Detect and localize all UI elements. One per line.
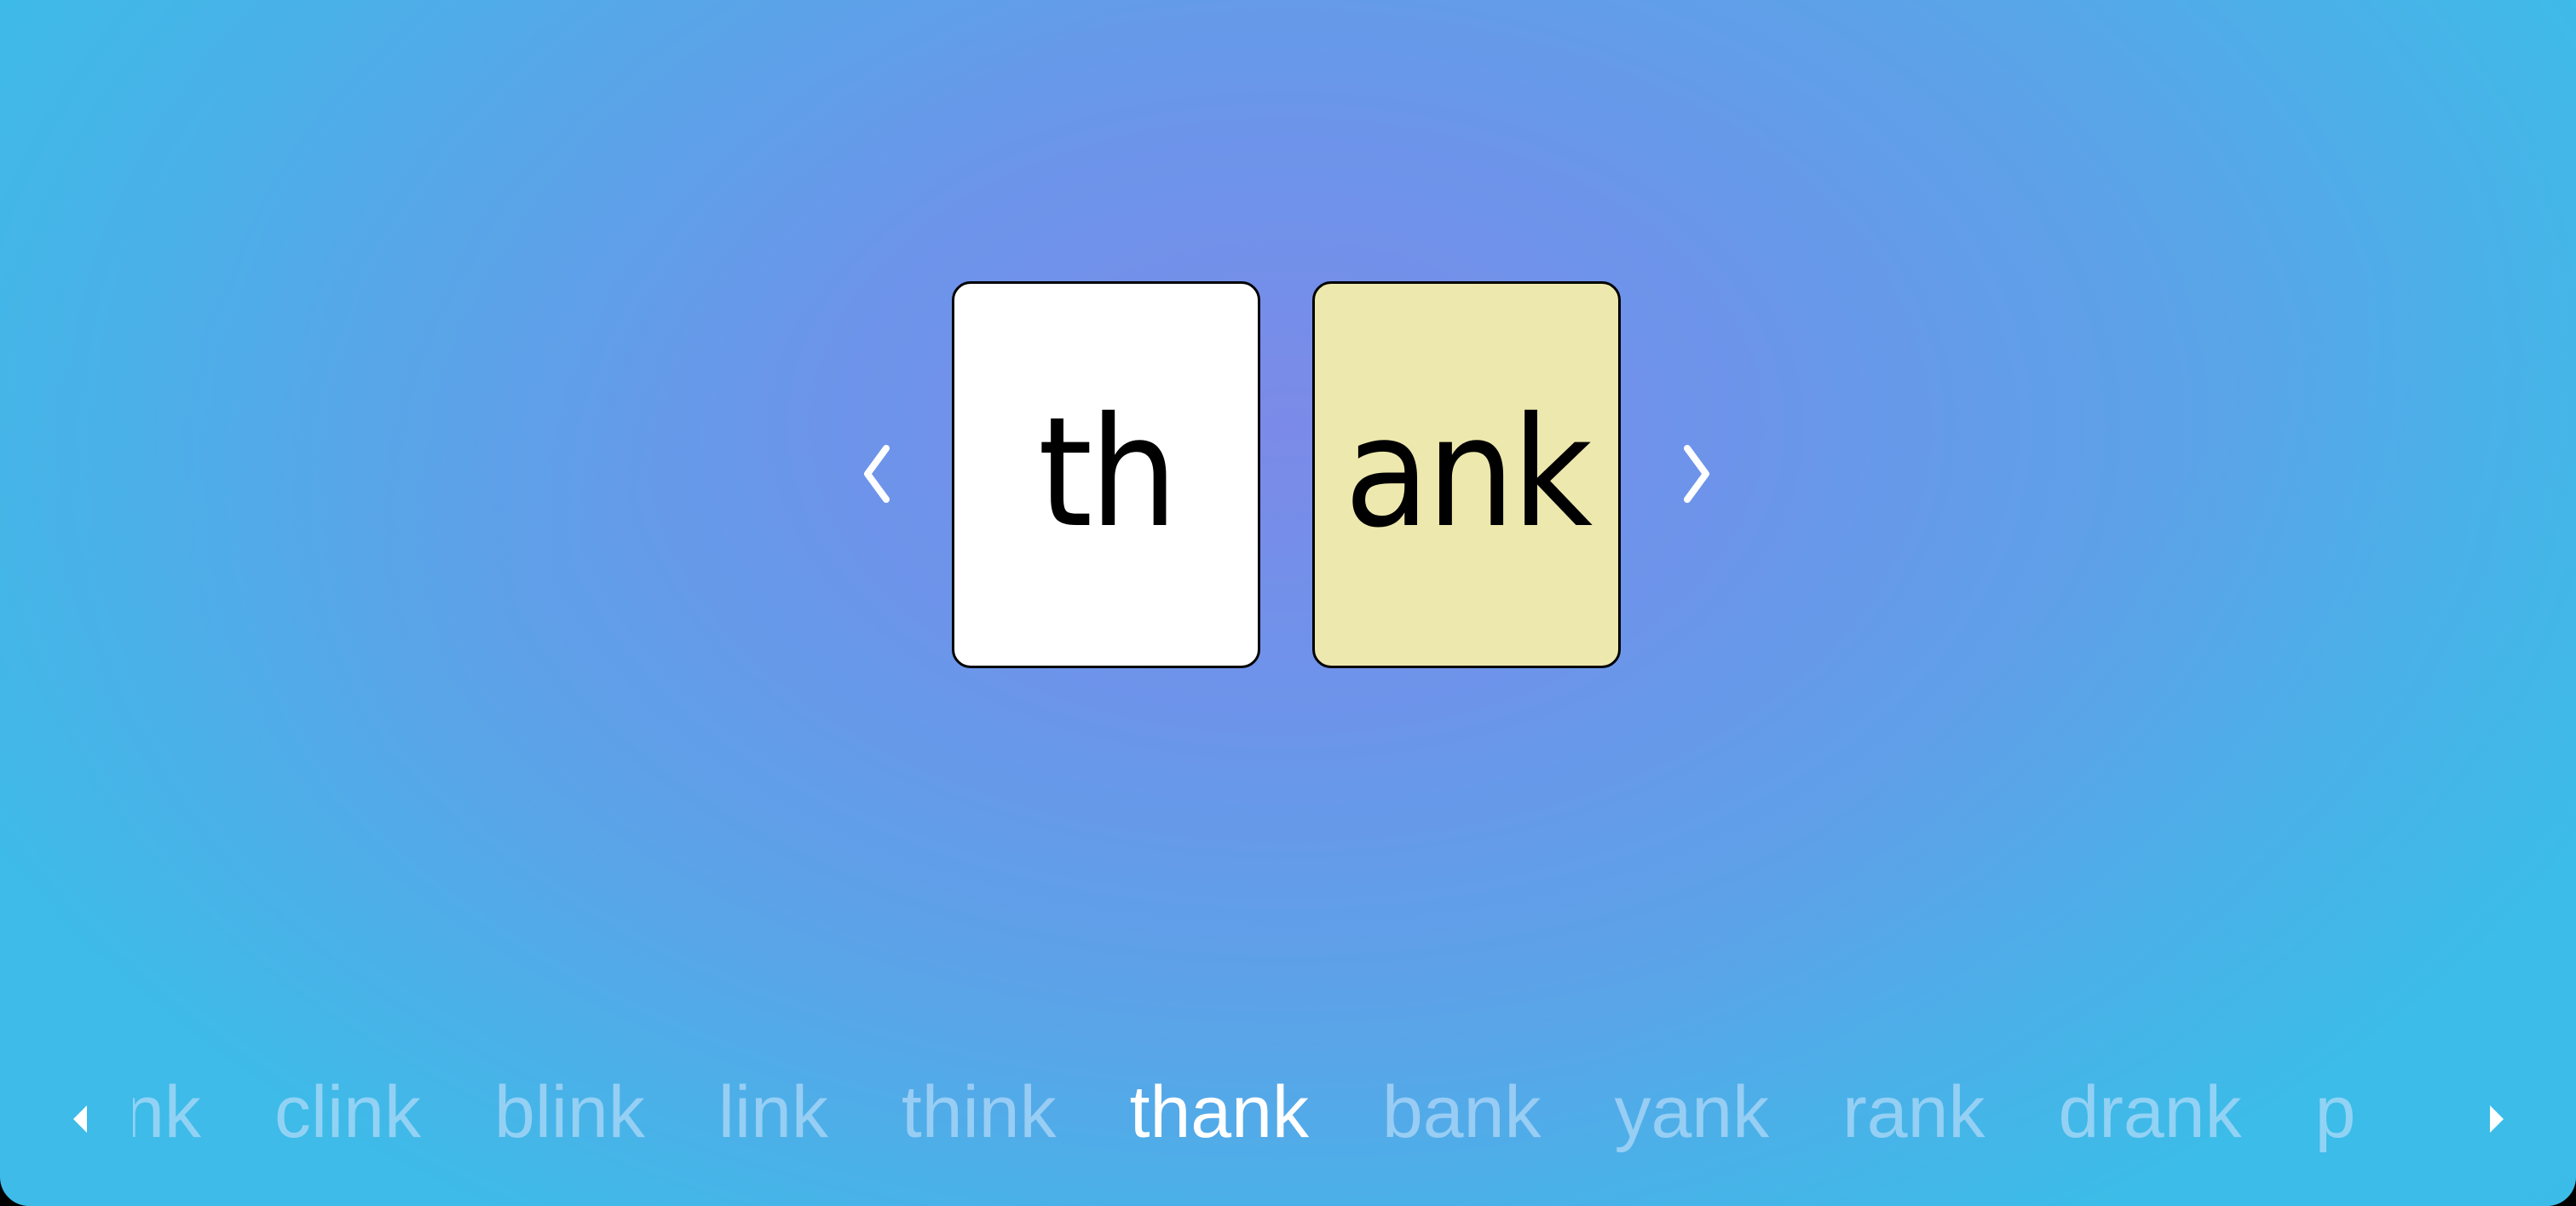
word-strip: ink clink blink link think thank bank ya… bbox=[0, 1065, 2576, 1159]
word-item[interactable]: rank bbox=[1842, 1065, 1985, 1159]
chevron-left-icon bbox=[864, 445, 890, 503]
word-builder-app: th ank ink clink blink link think bbox=[0, 0, 2576, 1206]
word-item-current[interactable]: thank bbox=[1130, 1065, 1309, 1159]
triangle-right-icon bbox=[2490, 1105, 2504, 1133]
word-item[interactable]: drank bbox=[2058, 1065, 2241, 1159]
word-item[interactable]: clink bbox=[274, 1065, 421, 1159]
onset-card[interactable]: th bbox=[952, 281, 1260, 668]
rime-text: ank bbox=[1344, 384, 1593, 561]
previous-word-button[interactable] bbox=[857, 443, 898, 505]
chevron-right-icon bbox=[1684, 445, 1709, 503]
next-word-button[interactable] bbox=[1675, 443, 1716, 505]
onset-text: th bbox=[1037, 384, 1178, 561]
word-item[interactable]: link bbox=[718, 1065, 828, 1159]
word-strip-scroll-right-button[interactable] bbox=[2488, 1104, 2505, 1134]
word-item[interactable]: bank bbox=[1382, 1065, 1542, 1159]
rime-card[interactable]: ank bbox=[1312, 281, 1621, 668]
word-item[interactable]: ink bbox=[133, 1065, 201, 1159]
word-strip-track: ink clink blink link think thank bank ya… bbox=[133, 1065, 2429, 1159]
stage: th ank ink clink blink link think bbox=[0, 0, 2576, 1206]
word-item[interactable]: blink bbox=[494, 1065, 645, 1159]
word-item[interactable]: yank bbox=[1614, 1065, 1769, 1159]
word-strip-viewport[interactable]: ink clink blink link think thank bank ya… bbox=[133, 1065, 2442, 1159]
word-item[interactable]: think bbox=[902, 1065, 1057, 1159]
word-item[interactable]: p bbox=[2315, 1065, 2356, 1159]
